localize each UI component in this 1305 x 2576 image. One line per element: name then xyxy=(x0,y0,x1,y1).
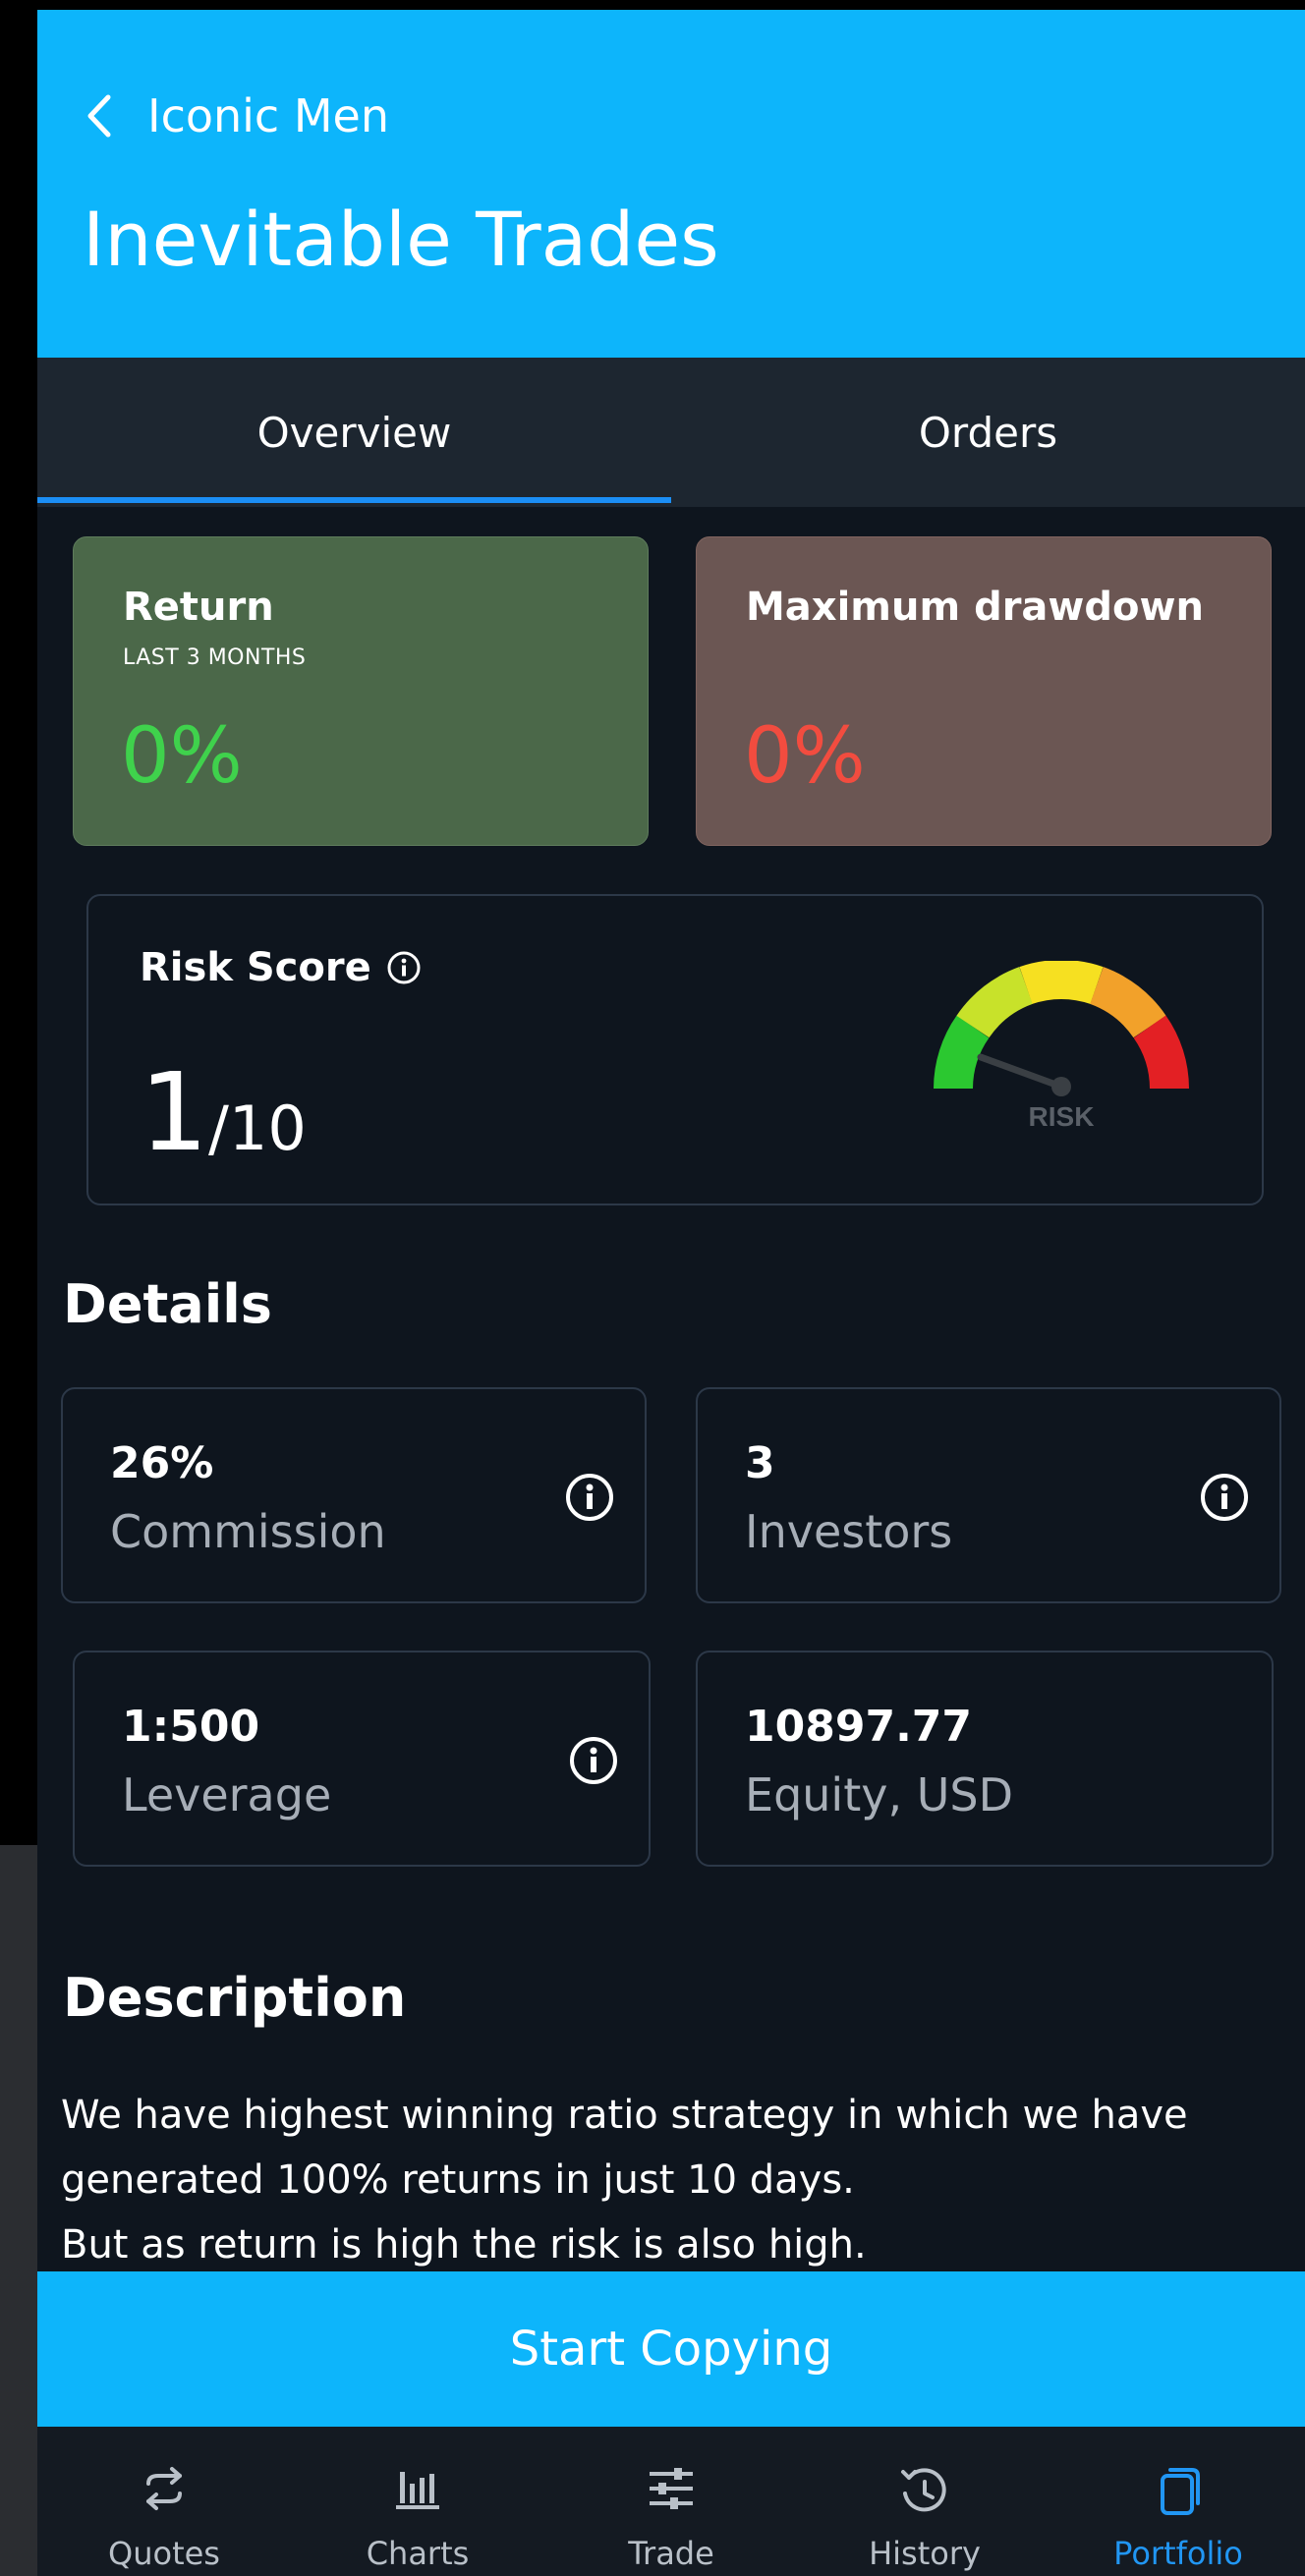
info-icon[interactable] xyxy=(568,1735,619,1786)
nav-label-history: History xyxy=(869,2535,981,2572)
description-text: We have highest winning ratio strategy i… xyxy=(61,2083,1279,2277)
nav-label-charts: Charts xyxy=(366,2535,470,2572)
info-icon[interactable] xyxy=(564,1472,615,1523)
swap-arrows-icon xyxy=(146,2467,182,2510)
back-label: Iconic Men xyxy=(147,89,389,142)
bottom-nav: Quotes Charts Trade History Portfolio xyxy=(37,2427,1305,2576)
description-line: But as return is high the risk is also h… xyxy=(61,2222,867,2268)
description-line: We have highest winning ratio strategy i… xyxy=(61,2093,1188,2138)
nav-label-trade: Trade xyxy=(628,2535,714,2572)
return-title: Return xyxy=(123,585,274,630)
bar-chart-icon xyxy=(396,2472,439,2509)
background-panel xyxy=(0,1845,39,2576)
start-copying-button[interactable]: Start Copying xyxy=(37,2271,1305,2427)
info-icon[interactable] xyxy=(385,949,423,986)
investors-label: Investors xyxy=(745,1505,953,1558)
app-screen: Iconic Men Inevitable Trades Overview Or… xyxy=(37,10,1305,2576)
details-title: Details xyxy=(63,1273,272,1335)
investors-card: 3 Investors xyxy=(696,1387,1281,1603)
equity-value: 10897.77 xyxy=(745,1702,973,1752)
gauge-label: RISK xyxy=(1029,1101,1095,1132)
active-tab-indicator xyxy=(37,497,671,503)
risk-score-number: 1 xyxy=(140,1049,208,1175)
return-value: 0% xyxy=(121,712,243,801)
header: Iconic Men Inevitable Trades xyxy=(37,10,1305,358)
leverage-card: 1:500 Leverage xyxy=(73,1651,651,1867)
tab-overview[interactable]: Overview xyxy=(37,358,671,507)
nav-item-history[interactable]: History xyxy=(798,2427,1051,2576)
nav-item-quotes[interactable]: Quotes xyxy=(37,2427,291,2576)
return-card: Return LAST 3 MONTHS 0% xyxy=(73,536,649,846)
nav-label-portfolio: Portfolio xyxy=(1113,2535,1243,2572)
risk-score-card: Risk Score 1/10 RISK xyxy=(86,894,1264,1205)
nav-item-trade[interactable]: Trade xyxy=(544,2427,798,2576)
investors-value: 3 xyxy=(745,1438,775,1488)
risk-score-title: Risk Score xyxy=(140,945,423,990)
nav-item-charts[interactable]: Charts xyxy=(291,2427,544,2576)
tab-bar: Overview Orders xyxy=(37,358,1305,507)
history-icon xyxy=(901,2468,946,2512)
page-title: Inevitable Trades xyxy=(83,196,719,283)
sliders-icon xyxy=(650,2468,693,2509)
risk-score-value: 1/10 xyxy=(140,1053,307,1188)
leverage-label: Leverage xyxy=(122,1768,332,1821)
leverage-value: 1:500 xyxy=(122,1702,260,1752)
portfolio-icon xyxy=(1161,2468,1200,2515)
return-period: LAST 3 MONTHS xyxy=(123,645,307,670)
risk-gauge-icon: RISK xyxy=(934,961,1189,1132)
drawdown-title: Maximum drawdown xyxy=(746,585,1204,630)
description-line: generated 100% returns in just 10 days. xyxy=(61,2157,855,2203)
equity-card: 10897.77 Equity, USD xyxy=(696,1651,1274,1867)
info-icon[interactable] xyxy=(1199,1472,1250,1523)
drawdown-card: Maximum drawdown 0% xyxy=(696,536,1272,846)
commission-value: 26% xyxy=(110,1438,214,1488)
commission-label: Commission xyxy=(110,1505,386,1558)
description-title: Description xyxy=(63,1967,407,2029)
chevron-left-icon xyxy=(87,94,111,138)
drawdown-value: 0% xyxy=(744,712,866,801)
commission-card: 26% Commission xyxy=(61,1387,647,1603)
nav-label-quotes: Quotes xyxy=(108,2535,220,2572)
nav-item-portfolio[interactable]: Portfolio xyxy=(1051,2427,1305,2576)
risk-score-max: /10 xyxy=(208,1092,307,1164)
tab-orders[interactable]: Orders xyxy=(671,358,1305,507)
back-button[interactable]: Iconic Men xyxy=(85,88,389,143)
equity-label: Equity, USD xyxy=(745,1768,1013,1821)
risk-score-label: Risk Score xyxy=(140,945,371,990)
